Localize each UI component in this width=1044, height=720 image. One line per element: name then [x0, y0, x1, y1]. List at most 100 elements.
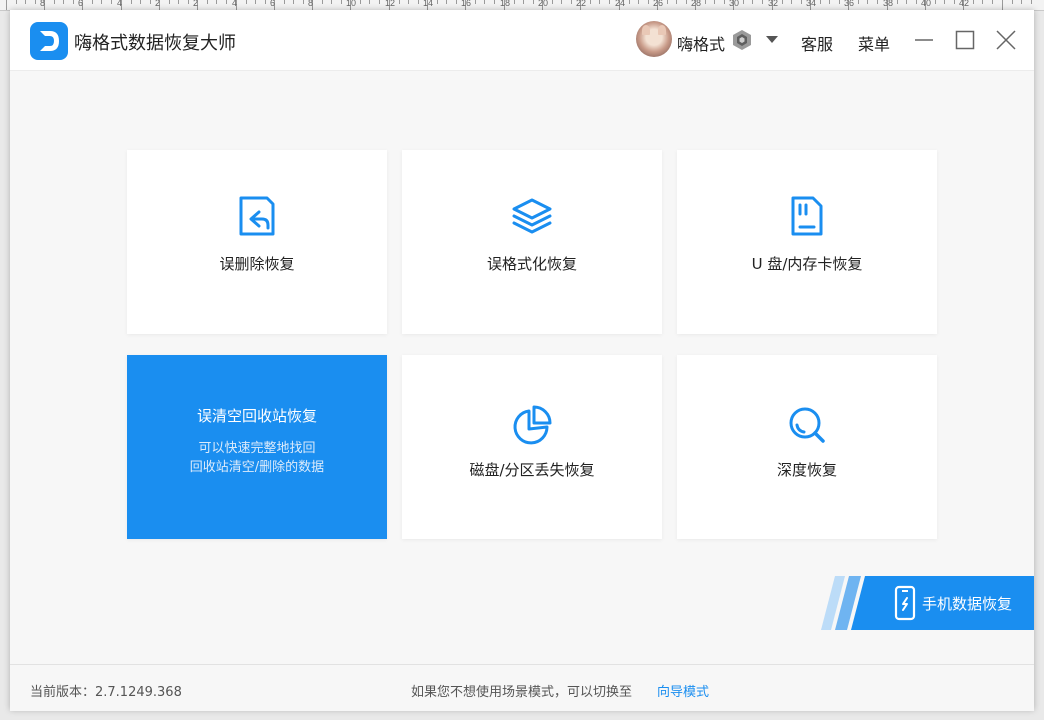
- ruler-tick: [954, 0, 955, 4]
- ruler-number: 24: [615, 0, 626, 8]
- ruler-number: 32: [768, 0, 779, 8]
- guide-mode-link[interactable]: 向导模式: [657, 681, 709, 700]
- card-formatted-recovery[interactable]: 误格式化恢复: [402, 150, 662, 334]
- ruler-tick: [101, 0, 102, 4]
- card-recycle-bin-recovery[interactable]: 误清空回收站恢复 可以快速完整地找回 回收站清空/删除的数据: [127, 355, 387, 539]
- card-usb-recovery[interactable]: U 盘/内存卡恢复: [677, 150, 937, 334]
- close-button[interactable]: [991, 25, 1021, 55]
- ruler-tick: [638, 0, 639, 4]
- card-label: 误格式化恢复: [486, 255, 577, 273]
- ruler-tick: [169, 0, 170, 4]
- ruler-tick: [111, 0, 112, 4]
- mobile-recovery-label: 手机数据恢复: [922, 595, 1013, 613]
- search-icon: [787, 403, 827, 447]
- card-label: 磁盘/分区丢失恢复: [469, 461, 595, 479]
- ruler-tick: [246, 0, 247, 4]
- ruler-number: 8: [40, 0, 46, 8]
- ruler-tick: [686, 0, 687, 4]
- service-button[interactable]: 客服: [801, 31, 833, 55]
- ruler-tick: [322, 0, 323, 4]
- title-bar: 嗨格式数据恢复大师 嗨格式 客服 菜单: [10, 10, 1034, 71]
- phone-icon: [894, 585, 916, 621]
- ruler-tick: [629, 0, 630, 4]
- card-partition-recovery[interactable]: 磁盘/分区丢失恢复: [402, 355, 662, 539]
- ruler-tick: [35, 0, 36, 4]
- ruler-tick: [1002, 0, 1003, 10]
- ruler-tick: [858, 0, 859, 4]
- ruler-number: 20: [538, 0, 549, 8]
- ruler-tick: [820, 0, 821, 4]
- ruler-number: 14: [423, 0, 434, 8]
- ruler-tick: [92, 0, 93, 4]
- ruler-number: 12: [385, 0, 396, 8]
- ruler-tick: [6, 0, 7, 10]
- ruler-tick: [255, 0, 256, 4]
- ruler-tick: [973, 0, 974, 4]
- ruler-tick: [724, 0, 725, 4]
- ruler-tick: [188, 0, 189, 4]
- username[interactable]: 嗨格式: [677, 31, 725, 55]
- app-logo-icon: [30, 22, 68, 60]
- ruler-tick: [906, 0, 907, 4]
- card-deep-recovery[interactable]: 深度恢复: [677, 355, 937, 539]
- user-avatar[interactable]: [636, 21, 672, 57]
- minimize-button[interactable]: [909, 25, 939, 55]
- maximize-icon: [955, 30, 975, 50]
- ruler-tick: [791, 0, 792, 4]
- ruler-number: 10: [346, 0, 357, 8]
- ruler-tick: [284, 0, 285, 4]
- card-description: 可以快速完整地找回 回收站清空/删除的数据: [127, 439, 387, 477]
- ruler-tick: [226, 0, 227, 4]
- ruler-tick: [150, 0, 151, 4]
- maximize-button[interactable]: [950, 25, 980, 55]
- ruler-tick: [303, 0, 304, 4]
- ruler-tick: [992, 0, 993, 4]
- close-icon: [996, 30, 1016, 50]
- ruler-tick: [399, 0, 400, 4]
- ruler-tick: [341, 0, 342, 4]
- ruler-number: 28: [691, 0, 702, 8]
- card-description-line: 可以快速完整地找回: [198, 441, 316, 456]
- card-label: U 盘/内存卡恢复: [751, 255, 863, 273]
- ruler-tick: [523, 0, 524, 4]
- ruler-tick: [1021, 0, 1022, 4]
- ruler-tick: [131, 0, 132, 4]
- ruler-tick: [897, 0, 898, 4]
- app-title: 嗨格式数据恢复大师: [74, 33, 236, 54]
- mobile-recovery-button[interactable]: 手机数据恢复: [821, 576, 1034, 630]
- ruler-number: 40: [921, 0, 932, 8]
- file-restore-icon: [237, 194, 277, 238]
- ruler-tick: [446, 0, 447, 4]
- ruler-tick: [418, 0, 419, 4]
- ruler-tick: [63, 0, 64, 4]
- ruler-tick: [73, 0, 74, 4]
- ruler-tick: [178, 0, 179, 4]
- card-label: 误删除恢复: [219, 255, 295, 273]
- ruler-number: 4: [117, 0, 123, 8]
- ruler-tick: [25, 0, 26, 4]
- ruler-tick: [916, 0, 917, 4]
- ruler-tick: [514, 0, 515, 4]
- ruler-tick: [829, 0, 830, 4]
- ruler-tick: [216, 0, 217, 4]
- pie-chart-icon: [512, 403, 552, 447]
- ruler-number: 2: [155, 0, 161, 8]
- caret-down-icon[interactable]: [766, 36, 778, 43]
- ruler-tick: [369, 0, 370, 4]
- ruler-tick: [782, 0, 783, 4]
- card-deleted-recovery[interactable]: 误删除恢复: [127, 150, 387, 334]
- ruler-tick: [1031, 0, 1032, 4]
- ruler-tick: [935, 0, 936, 4]
- ruler-tick: [599, 0, 600, 4]
- ruler-number: 4: [232, 0, 238, 8]
- ruler-number: 26: [653, 0, 664, 8]
- ruler-tick: [140, 0, 141, 4]
- app-window: 嗨格式数据恢复大师 嗨格式 客服 菜单 误删除恢复 误格式化恢复 U 盘/内存卡…: [10, 10, 1034, 711]
- ruler-tick: [331, 0, 332, 4]
- ruler-tick: [590, 0, 591, 4]
- ruler-tick: [867, 0, 868, 4]
- ruler-tick: [877, 0, 878, 4]
- menu-button[interactable]: 菜单: [858, 31, 890, 55]
- vip-badge-icon[interactable]: [731, 29, 753, 51]
- card-description-line: 回收站清空/删除的数据: [189, 460, 325, 475]
